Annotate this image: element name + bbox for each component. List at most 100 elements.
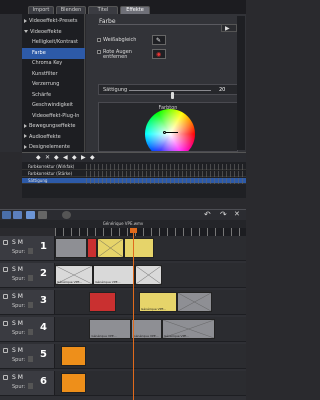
effects-menu-item[interactable]: Verzerrung [22,79,85,90]
timeline-mode-icon[interactable] [2,211,11,219]
tab-effekte[interactable]: Effekte [120,6,150,14]
timeline-clip[interactable] [60,346,86,366]
white-balance-picker-button[interactable]: ✎ [152,35,166,45]
track-header: S M Spur: 3 [0,290,55,314]
keyframe-row-label: Farbkorrektur (Stärke) [28,171,73,176]
timeline-clip[interactable] [55,238,88,258]
solo-mute-buttons[interactable]: S M [12,239,23,246]
timeline-clip[interactable] [177,292,212,312]
lock-icon[interactable] [3,267,8,272]
hue-colorwheel[interactable] [145,109,195,151]
slider-thumb[interactable] [170,92,174,99]
timeline-clip[interactable] [89,292,117,312]
track-options-button[interactable] [28,248,33,254]
keyframe-button[interactable]: ✕ [45,154,50,162]
list-view-icon[interactable] [38,211,47,219]
effects-menu-item[interactable]: Chroma Key [22,58,85,69]
menu-item-label: Bewegungseffekte [29,123,76,129]
track-header: S M Spur: 6 [0,371,55,395]
solo-mute-buttons[interactable]: S M [12,266,23,273]
track-lane[interactable]: Générique VPE... [55,290,246,314]
effects-menu-item[interactable]: Helligkeit/Kontrast [22,37,85,48]
keyframe-button[interactable]: ◆ [90,154,95,162]
timeline-clip[interactable] [97,238,124,258]
track-lane[interactable]: Générique VPE... Générique VPE... [55,263,246,287]
timeline-clip[interactable]: Générique VPE... [93,265,136,285]
effects-menu-item[interactable]: Videoeffekt-Presets [22,16,85,27]
lock-icon[interactable] [3,240,8,245]
effects-menu-item[interactable]: Videoeffekte [22,27,85,38]
keyframe-row[interactable]: Farbkorrektur (Stärke) [22,171,246,177]
track-options-button[interactable] [28,383,33,389]
timeline-clip[interactable]: Générique VPE... [139,292,178,312]
keyframe-button[interactable]: ◆ [36,154,41,162]
preset-arrow-button[interactable]: ▶ [221,24,237,32]
eye-icon: ◉ [156,51,162,58]
saturation-slider[interactable] [129,90,211,99]
keyframe-button[interactable]: ◆ [54,154,59,162]
effects-menu-item[interactable]: Schärfe [22,90,85,101]
checkbox-white-balance[interactable]: Weißabgleich [97,38,136,43]
timeline-clip[interactable]: Générique VPE... [55,265,94,285]
clip-label: Générique VPE... [141,307,167,311]
keyframe-row[interactable]: Farbkorrektur (Wirkfak) [22,164,246,170]
close-icon[interactable]: ✕ [234,210,240,218]
keyframe-ticks [86,164,246,170]
timeline-clip[interactable]: Générique VPE... [131,319,162,339]
solo-mute-buttons[interactable]: S M [12,293,23,300]
timeline-clip[interactable] [135,265,162,285]
redo-icon[interactable]: ↷ [220,210,227,219]
effects-menu-item[interactable]: Videoeffekt-Plug-In [22,111,85,122]
tab-titel[interactable]: Titel [88,6,118,14]
effects-menu-item[interactable]: Farbe [22,47,85,59]
track-options-button[interactable] [28,302,33,308]
track-lane[interactable] [55,236,246,260]
timeline-clip[interactable] [60,373,86,393]
timeline-filename: Générique VPE.wmv [0,220,246,228]
menu-item-label: Schärfe [32,91,52,98]
timeline-ruler[interactable] [55,228,246,236]
track-lane[interactable]: Générique VPE... Générique VPE... Génériqu… [55,317,246,341]
timeline-clip[interactable]: Générique VPE... [89,319,132,339]
keyframe-button[interactable]: ◆ [72,154,77,162]
track-header: S M Spur: 4 [0,317,55,341]
tab-blenden[interactable]: Blenden [56,6,86,14]
settings-scrollbar[interactable] [237,16,245,150]
track-options-button[interactable] [28,329,33,335]
track-view-icon[interactable] [26,211,35,219]
checkbox-box[interactable] [97,50,101,54]
effects-menu-item[interactable]: Kunstfilter [22,69,85,80]
settings-wheel-icon[interactable] [62,211,71,219]
checkbox-red-eye[interactable]: Rote Augen entfernen [97,50,132,60]
track-options-button[interactable] [28,275,33,281]
solo-mute-buttons[interactable]: S M [12,320,23,327]
track-options-button[interactable] [28,356,33,362]
timeline-clip[interactable] [87,238,98,258]
effects-menu-item[interactable]: Bewegungseffekte [22,121,85,132]
keyframe-button[interactable]: ▶ [81,154,86,162]
effects-menu-item[interactable]: Geschwindigkeit [22,100,85,111]
lock-icon[interactable] [3,321,8,326]
track-lane[interactable] [55,371,246,395]
keyframe-ticks [86,171,246,177]
solo-mute-buttons[interactable]: S M [12,347,23,354]
timeline-clip[interactable]: Générique VPE... [161,319,216,339]
storyboard-mode-icon[interactable] [13,211,22,219]
keyframe-row[interactable]: Sättigung [22,178,246,184]
effects-menu-item[interactable]: Audioeffekte [22,132,85,143]
timeline-clip[interactable] [123,238,155,258]
undo-icon[interactable]: ↶ [204,210,211,219]
wheel-cursor[interactable] [163,131,166,134]
solo-mute-buttons[interactable]: S M [12,374,23,381]
keyframe-button[interactable]: ◀ [63,154,68,162]
checkbox-box[interactable] [97,38,101,42]
lock-icon[interactable] [3,348,8,353]
track-lane[interactable] [55,344,246,368]
playhead[interactable] [133,228,135,400]
lock-icon[interactable] [3,294,8,299]
red-eye-button[interactable]: ◉ [152,49,166,59]
menu-item-label: Designelemente [29,144,70,150]
tab-import[interactable]: Import [28,6,54,14]
timeline-toolbar: ↶ ↷ ✕ [0,209,246,220]
lock-icon[interactable] [3,375,8,380]
